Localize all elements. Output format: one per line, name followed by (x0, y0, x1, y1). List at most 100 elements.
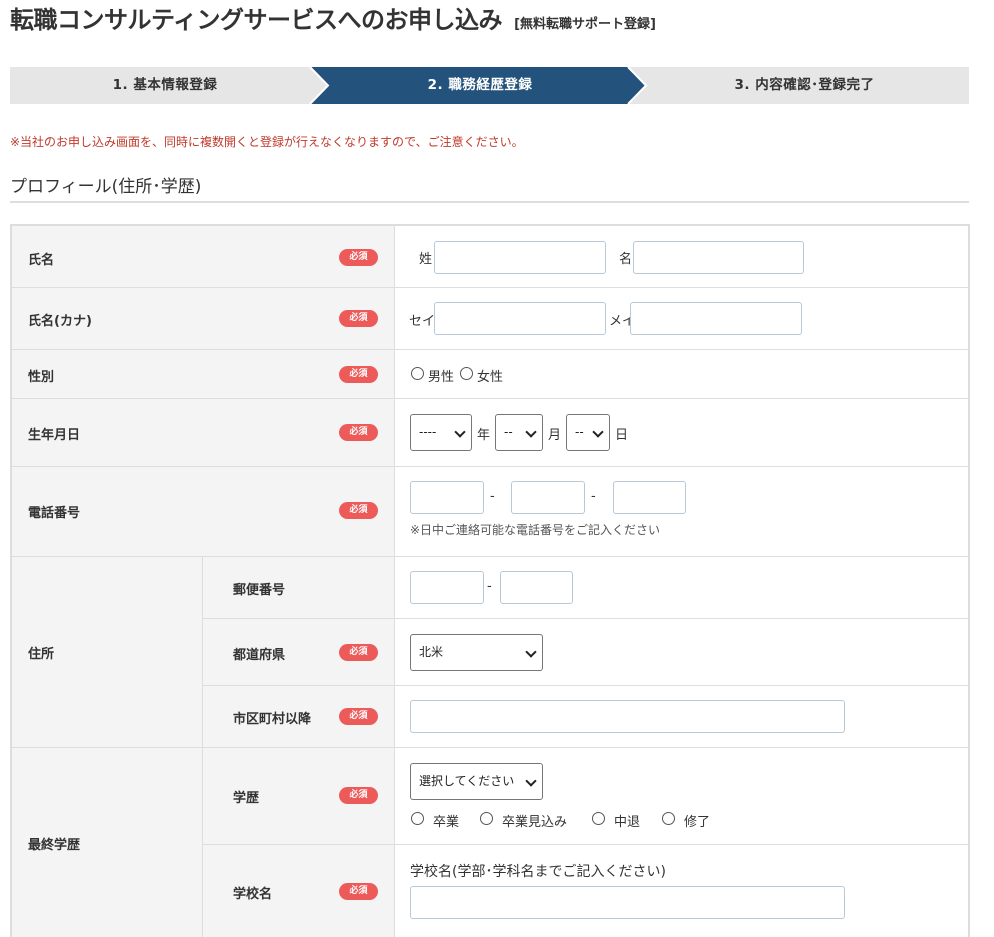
required-badge: 必須 (339, 366, 378, 383)
year-unit: 年 (477, 428, 491, 443)
page-title-area: 転職コンサルティングサービスへのお申し込み [無料転職サポート登録] (10, 0, 656, 34)
first-name-input[interactable] (633, 241, 804, 274)
kana-first-input[interactable] (630, 302, 802, 335)
prefecture-value: 北米 (419, 645, 444, 659)
gender-female-radio[interactable] (460, 367, 473, 380)
degree-expected-label[interactable]: 卒業見込み (502, 811, 567, 830)
section-divider (10, 201, 969, 203)
chevron-down-icon (525, 426, 537, 438)
address-label-cell: 住所 (12, 557, 203, 748)
school-field-cell: 学校名(学部･学科名までご記入ください) (395, 845, 970, 937)
postal-part-1-input[interactable] (410, 571, 484, 604)
address-label: 住所 (28, 647, 55, 662)
birth-month-select[interactable]: -- (495, 414, 543, 451)
kana-label: 氏名(カナ) (28, 314, 92, 329)
degree-expected-radio[interactable] (480, 812, 493, 825)
school-hint: 学校名(学部･学科名までご記入ください) (410, 864, 666, 880)
birth-field-cell: ---- 年 -- 月 -- 日 (395, 399, 970, 467)
required-badge: 必須 (339, 310, 378, 327)
required-badge: 必須 (339, 502, 378, 519)
phone-note: ※日中ご連絡可能な電話番号をご記入ください (410, 523, 661, 537)
birth-label: 生年月日 (28, 428, 81, 443)
birth-day-select[interactable]: -- (566, 414, 610, 451)
birth-day-value: -- (575, 425, 584, 439)
gender-male-radio[interactable] (411, 367, 424, 380)
month-unit: 月 (548, 428, 562, 443)
birth-label-cell: 生年月日 必須 (12, 399, 395, 467)
degree-label-cell: 学歴 必須 (203, 748, 395, 845)
kana-last-prefix: セイ (409, 314, 436, 329)
page-subtitle: [無料転職サポート登録] (514, 17, 656, 32)
step-progress: 1. 基本情報登録 2. 職務経歴登録 3. 内容確認･登録完了 (10, 67, 969, 104)
postal-label: 郵便番号 (233, 583, 286, 598)
city-input[interactable] (410, 700, 845, 733)
school-label: 学校名 (233, 887, 273, 902)
birth-year-select[interactable]: ---- (410, 414, 472, 451)
first-name-prefix: 名 (619, 252, 633, 267)
postal-separator: - (487, 579, 492, 594)
name-label: 氏名 (28, 253, 55, 268)
step-1-label: 1. 基本情報登録 (112, 77, 218, 93)
step-3-label: 3. 内容確認･登録完了 (734, 77, 875, 93)
name-field-cell: 姓 名 (395, 226, 970, 288)
prefecture-select[interactable]: 北米 (410, 634, 543, 671)
chevron-down-icon (525, 646, 537, 658)
phone-separator: - (591, 489, 596, 504)
chevron-down-icon (592, 426, 604, 438)
phone-part-2-input[interactable] (511, 481, 585, 514)
phone-part-3-input[interactable] (613, 481, 686, 514)
chevron-down-icon (454, 426, 466, 438)
required-badge: 必須 (339, 644, 378, 661)
school-label-cell: 学校名 必須 (203, 845, 395, 937)
degree-completed-radio[interactable] (662, 812, 675, 825)
required-badge: 必須 (339, 249, 378, 266)
degree-graduated-radio[interactable] (411, 812, 424, 825)
gender-female-label[interactable]: 女性 (477, 366, 503, 385)
degree-withdrawn-label[interactable]: 中退 (614, 811, 640, 830)
degree-label: 学歴 (233, 791, 260, 806)
step-2-label: 2. 職務経歴登録 (427, 77, 533, 93)
prefecture-label: 都道府県 (233, 648, 286, 663)
last-name-prefix: 姓 (419, 252, 433, 267)
postal-label-cell: 郵便番号 (203, 557, 395, 619)
kana-label-cell: 氏名(カナ) 必須 (12, 288, 395, 350)
profile-form: 氏名 必須 姓 名 氏名(カナ) 必須 セイ メイ 性別 必須 男性 女性 生年… (10, 224, 970, 937)
phone-field-cell: - - ※日中ご連絡可能な電話番号をご記入ください (395, 467, 970, 557)
degree-select-value: 選択してください (419, 774, 515, 788)
degree-withdrawn-radio[interactable] (592, 812, 605, 825)
city-label-cell: 市区町村以降 必須 (203, 686, 395, 748)
chevron-down-icon (525, 775, 537, 787)
education-label-cell: 最終学歴 (12, 748, 203, 937)
gender-field-cell: 男性 女性 (395, 350, 970, 399)
postal-part-2-input[interactable] (500, 571, 573, 604)
gender-label-cell: 性別 必須 (12, 350, 395, 399)
education-label: 最終学歴 (28, 838, 81, 853)
phone-part-1-input[interactable] (410, 481, 484, 514)
page-title: 転職コンサルティングサービスへのお申し込み (10, 6, 503, 34)
degree-select[interactable]: 選択してください (410, 763, 543, 800)
degree-completed-label[interactable]: 修了 (684, 811, 710, 830)
birth-year-value: ---- (419, 425, 437, 439)
school-name-input[interactable] (410, 886, 845, 919)
phone-separator: - (490, 489, 495, 504)
prefecture-field-cell: 北米 (395, 619, 970, 686)
required-badge: 必須 (339, 424, 378, 441)
birth-month-value: -- (504, 425, 513, 439)
city-field-cell (395, 686, 970, 748)
city-label: 市区町村以降 (233, 712, 312, 727)
kana-last-input[interactable] (434, 302, 606, 335)
degree-graduated-label[interactable]: 卒業 (433, 811, 459, 830)
required-badge: 必須 (339, 708, 378, 725)
name-label-cell: 氏名 必須 (12, 226, 395, 288)
gender-label: 性別 (28, 370, 55, 385)
phone-label: 電話番号 (28, 506, 81, 521)
gender-male-label[interactable]: 男性 (428, 366, 454, 385)
notice-text: ※当社のお申し込み画面を、同時に複数開くと登録が行えなくなりますので、ご注意くだ… (10, 135, 524, 149)
prefecture-label-cell: 都道府県 必須 (203, 619, 395, 686)
day-unit: 日 (615, 428, 629, 443)
required-badge: 必須 (339, 787, 378, 804)
section-title: プロフィール(住所･学歴) (10, 177, 202, 197)
degree-field-cell: 選択してください 卒業 卒業見込み 中退 修了 (395, 748, 970, 845)
last-name-input[interactable] (434, 241, 606, 274)
kana-field-cell: セイ メイ (395, 288, 970, 350)
